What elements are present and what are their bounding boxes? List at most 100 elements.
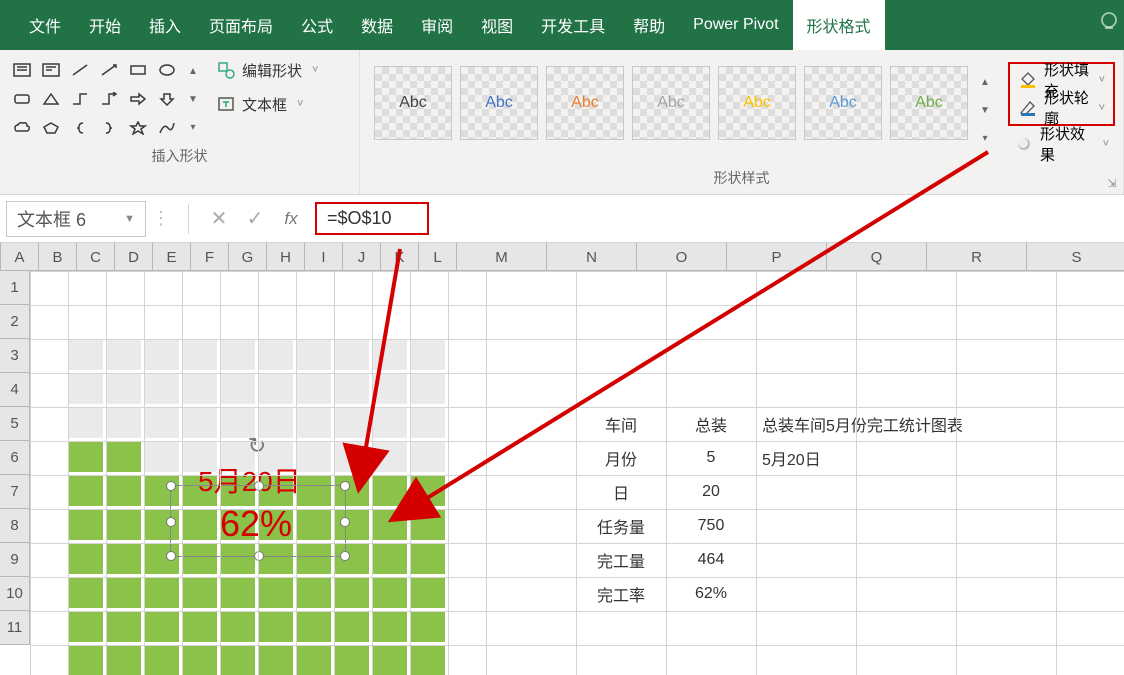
resize-handle-se[interactable]: [340, 551, 350, 561]
row-header-6[interactable]: 6: [0, 441, 30, 475]
row-header-11[interactable]: 11: [0, 611, 30, 645]
resize-handle-nw[interactable]: [166, 481, 176, 491]
col-header-C[interactable]: C: [77, 243, 115, 271]
tab-help[interactable]: 帮助: [619, 0, 679, 50]
cell-O7[interactable]: 20: [666, 475, 756, 509]
shape-arrow-down-icon[interactable]: [153, 85, 181, 113]
cell-O6[interactable]: 5: [666, 441, 756, 475]
cell-N8[interactable]: 任务量: [576, 509, 666, 543]
shape-textbox2-icon[interactable]: [37, 56, 65, 84]
shape-outline-button[interactable]: 形状轮廓˅: [1012, 94, 1111, 122]
formula-input[interactable]: [327, 208, 417, 229]
row-header-3[interactable]: 3: [0, 339, 30, 373]
cell-O5[interactable]: 总装: [666, 407, 756, 441]
resize-handle-e[interactable]: [340, 517, 350, 527]
col-header-F[interactable]: F: [191, 243, 229, 271]
style-expand[interactable]: ▾: [976, 125, 994, 151]
shapes-gallery[interactable]: [8, 56, 181, 142]
col-header-K[interactable]: K: [381, 243, 419, 271]
shape-textbox-icon[interactable]: [8, 56, 36, 84]
gallery-scroll-down[interactable]: ▼: [184, 86, 202, 112]
col-header-A[interactable]: A: [1, 243, 39, 271]
tab-powerpivot[interactable]: Power Pivot: [679, 0, 792, 50]
col-header-J[interactable]: J: [343, 243, 381, 271]
shape-brace-r-icon[interactable]: [95, 114, 123, 142]
shape-arrow-line-icon[interactable]: [95, 56, 123, 84]
tab-view[interactable]: 视图: [467, 0, 527, 50]
text-box-button[interactable]: 文本框˅: [212, 90, 322, 118]
style-scroll-down[interactable]: ▼: [976, 97, 994, 123]
col-header-L[interactable]: L: [419, 243, 457, 271]
shape-brace-l-icon[interactable]: [66, 114, 94, 142]
style-2[interactable]: Abc: [460, 66, 538, 140]
shape-elbow-arrow-icon[interactable]: [95, 85, 123, 113]
row-header-2[interactable]: 2: [0, 305, 30, 339]
shape-triangle-icon[interactable]: [37, 85, 65, 113]
resize-handle-s[interactable]: [254, 551, 264, 561]
edit-shape-button[interactable]: 编辑形状˅: [212, 56, 322, 84]
shape-cloud-icon[interactable]: [8, 114, 36, 142]
col-header-D[interactable]: D: [115, 243, 153, 271]
shape-effects-button[interactable]: 形状效果˅: [1008, 130, 1115, 158]
cell-P5[interactable]: 总装车间5月份完工统计图表: [756, 407, 1056, 441]
cell-O8[interactable]: 750: [666, 509, 756, 543]
cell-N10[interactable]: 完工率: [576, 577, 666, 611]
shape-pentagon-icon[interactable]: [37, 114, 65, 142]
col-header-E[interactable]: E: [153, 243, 191, 271]
style-6[interactable]: Abc: [804, 66, 882, 140]
row-header-7[interactable]: 7: [0, 475, 30, 509]
resize-handle-w[interactable]: [166, 517, 176, 527]
style-4[interactable]: Abc: [632, 66, 710, 140]
shape-roundrect-icon[interactable]: [8, 85, 36, 113]
select-all-corner[interactable]: [0, 243, 1, 271]
shape-curve-icon[interactable]: [153, 114, 181, 142]
style-scroll-up[interactable]: ▲: [976, 69, 994, 95]
enter-formula-button[interactable]: ✓: [237, 206, 273, 231]
cells-area[interactable]: 5月20日 62% ↻ 车间总装总装车间5月份完工统计图表月份55月20日日20…: [30, 271, 1124, 675]
style-1[interactable]: Abc: [374, 66, 452, 140]
col-header-R[interactable]: R: [927, 243, 1027, 271]
name-box[interactable]: 文本框 6▼: [6, 201, 146, 237]
style-7[interactable]: Abc: [890, 66, 968, 140]
shape-star-icon[interactable]: [124, 114, 152, 142]
tab-formulas[interactable]: 公式: [287, 0, 347, 50]
tab-review[interactable]: 审阅: [407, 0, 467, 50]
cell-O10[interactable]: 62%: [666, 577, 756, 611]
gallery-scroll-up[interactable]: ▲: [184, 58, 202, 84]
fx-button[interactable]: fx: [273, 209, 309, 229]
col-header-B[interactable]: B: [39, 243, 77, 271]
gallery-expand[interactable]: ▾: [184, 114, 202, 140]
row-header-8[interactable]: 8: [0, 509, 30, 543]
cell-P6[interactable]: 5月20日: [756, 441, 1056, 475]
cell-N7[interactable]: 日: [576, 475, 666, 509]
tab-home[interactable]: 开始: [75, 0, 135, 50]
col-header-M[interactable]: M: [457, 243, 547, 271]
col-header-I[interactable]: I: [305, 243, 343, 271]
col-header-S[interactable]: S: [1027, 243, 1124, 271]
shape-style-gallery[interactable]: Abc Abc Abc Abc Abc Abc Abc ▲ ▼ ▾: [368, 56, 1004, 164]
resize-handle-n[interactable]: [254, 481, 264, 491]
col-header-N[interactable]: N: [547, 243, 637, 271]
col-header-H[interactable]: H: [267, 243, 305, 271]
style-3[interactable]: Abc: [546, 66, 624, 140]
tab-layout[interactable]: 页面布局: [195, 0, 287, 50]
tab-dev[interactable]: 开发工具: [527, 0, 619, 50]
col-header-P[interactable]: P: [727, 243, 827, 271]
cell-N5[interactable]: 车间: [576, 407, 666, 441]
shape-rect-icon[interactable]: [124, 56, 152, 84]
tab-insert[interactable]: 插入: [135, 0, 195, 50]
col-header-Q[interactable]: Q: [827, 243, 927, 271]
style-5[interactable]: Abc: [718, 66, 796, 140]
shape-elbow-icon[interactable]: [66, 85, 94, 113]
row-header-10[interactable]: 10: [0, 577, 30, 611]
col-header-O[interactable]: O: [637, 243, 727, 271]
shape-oval-icon[interactable]: [153, 56, 181, 84]
tab-data[interactable]: 数据: [347, 0, 407, 50]
tab-file[interactable]: 文件: [15, 0, 75, 50]
rotate-handle-icon[interactable]: ↻: [243, 432, 271, 460]
row-header-1[interactable]: 1: [0, 271, 30, 305]
dialog-launcher[interactable]: ⇲: [1105, 176, 1119, 190]
cell-N6[interactable]: 月份: [576, 441, 666, 475]
row-header-9[interactable]: 9: [0, 543, 30, 577]
resize-handle-ne[interactable]: [340, 481, 350, 491]
